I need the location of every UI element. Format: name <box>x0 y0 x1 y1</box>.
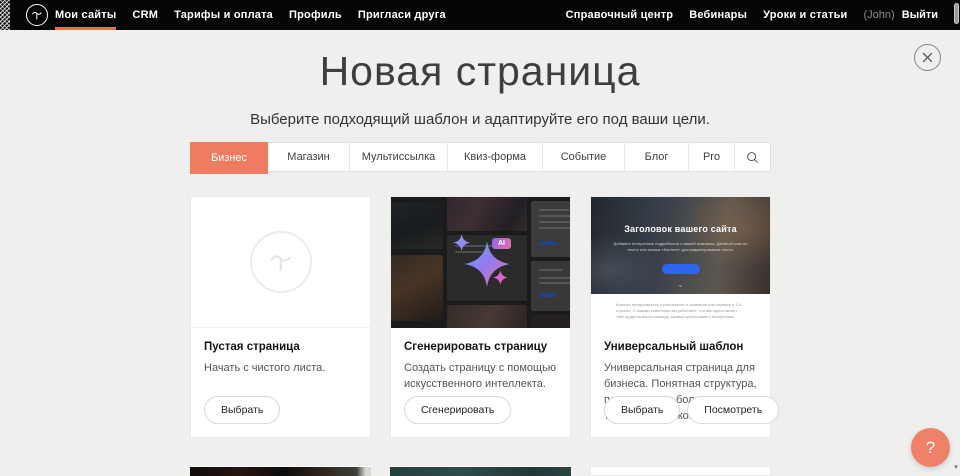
card-description: Создать страницу с помощью искусственног… <box>404 361 557 393</box>
template-hero: Заголовок вашего сайта Добавьте интересн… <box>591 197 770 294</box>
card-next-row-2[interactable] <box>390 466 571 476</box>
tab-business[interactable]: Бизнес <box>190 142 268 174</box>
choose-button[interactable]: Выбрать <box>204 396 280 424</box>
card-title: Пустая страница <box>204 341 357 353</box>
nav-user-block: (John) Выйти <box>864 9 939 21</box>
window-edge-texture <box>0 0 10 30</box>
card-title: Универсальный шаблон <box>604 341 757 353</box>
nav-item-tariffs[interactable]: Тарифы и оплата <box>174 0 273 30</box>
scrollbar-thumb[interactable] <box>954 3 959 24</box>
card-description: Начать с чистого листа. <box>204 361 357 377</box>
tilda-watermark-icon <box>266 247 296 277</box>
card-buttons: Выбрать <box>204 396 280 424</box>
nav-item-help-center[interactable]: Справочный центр <box>566 0 674 30</box>
nav-item-crm[interactable]: CRM <box>132 0 158 30</box>
scrollbar-down-arrow[interactable]: ▾ <box>952 464 960 472</box>
card-next-row-3[interactable] <box>590 466 771 476</box>
tilda-logo-icon <box>30 8 44 22</box>
tab-shop[interactable]: Магазин <box>268 143 350 171</box>
close-icon <box>922 52 933 63</box>
chevron-down-icon: ⌄ <box>678 281 684 289</box>
card-next-row-1[interactable] <box>190 466 371 476</box>
choose-button[interactable]: Выбрать <box>604 396 680 424</box>
help-button[interactable]: ? <box>911 428 950 467</box>
nav-item-webinars[interactable]: Вебинары <box>689 0 747 30</box>
template-hero-text: Добавьте интересные подробности о вашей … <box>609 241 752 254</box>
top-navigation-bar: Мои сайты CRM Тарифы и оплата Профиль Пр… <box>0 0 960 30</box>
ai-preview-collage: AI <box>391 197 570 328</box>
template-body-text: Коротко представьтесь и расскажите о ком… <box>616 302 745 321</box>
nav-item-lessons[interactable]: Уроки и статьи <box>763 0 847 30</box>
card-body: Сгенерировать страницу Создать страницу … <box>391 328 570 393</box>
preview-button[interactable]: Посмотреть <box>687 396 779 424</box>
template-body: Коротко представьтесь и расскажите о ком… <box>591 294 770 328</box>
generate-button[interactable]: Сгенерировать <box>404 396 511 424</box>
nav-left-group: Мои сайты CRM Тарифы и оплата Профиль Пр… <box>55 0 446 30</box>
card-body: Пустая страница Начать с чистого листа. <box>191 328 370 377</box>
card-blank-page[interactable]: Пустая страница Начать с чистого листа. … <box>190 196 371 438</box>
nav-right-group: Справочный центр Вебинары Уроки и статьи… <box>566 0 938 30</box>
nav-item-my-sites[interactable]: Мои сайты <box>55 0 116 30</box>
tilda-logo[interactable] <box>26 4 48 26</box>
logout-link[interactable]: Выйти <box>902 9 938 21</box>
tab-multilink[interactable]: Мультиссылка <box>350 143 448 171</box>
page-title: Новая страница <box>0 48 960 95</box>
page-subtitle: Выберите подходящий шаблон и адаптируйте… <box>0 111 960 128</box>
card-ai-generate[interactable]: AI Сгенерировать страницу Создать страни… <box>390 196 571 438</box>
search-tab[interactable] <box>735 143 769 171</box>
user-name: (John) <box>864 9 895 21</box>
ai-sparkle-icon <box>391 197 570 328</box>
template-hero-button <box>662 264 700 274</box>
tab-event[interactable]: Событие <box>543 143 625 171</box>
tab-quiz-form[interactable]: Квиз-форма <box>448 143 543 171</box>
template-preview: Заголовок вашего сайта Добавьте интересн… <box>591 197 770 328</box>
card-universal-template[interactable]: Заголовок вашего сайта Добавьте интересн… <box>590 196 771 438</box>
tab-pro[interactable]: Pro <box>689 143 735 171</box>
blank-page-preview <box>191 197 370 328</box>
tab-blog[interactable]: Блог <box>625 143 689 171</box>
ai-badge: AI <box>492 238 511 249</box>
close-button[interactable] <box>914 44 941 71</box>
card-title: Сгенерировать страницу <box>404 341 557 353</box>
card-buttons: Выбрать Посмотреть <box>604 396 779 424</box>
nav-item-invite-friend[interactable]: Пригласи друга <box>358 0 446 30</box>
template-hero-title: Заголовок вашего сайта <box>591 224 770 234</box>
search-icon <box>746 151 759 164</box>
nav-item-profile[interactable]: Профиль <box>289 0 342 30</box>
tilda-watermark <box>250 231 312 293</box>
card-buttons: Сгенерировать <box>404 396 511 424</box>
template-category-tabs: Бизнес Магазин Мультиссылка Квиз-форма С… <box>190 142 771 172</box>
